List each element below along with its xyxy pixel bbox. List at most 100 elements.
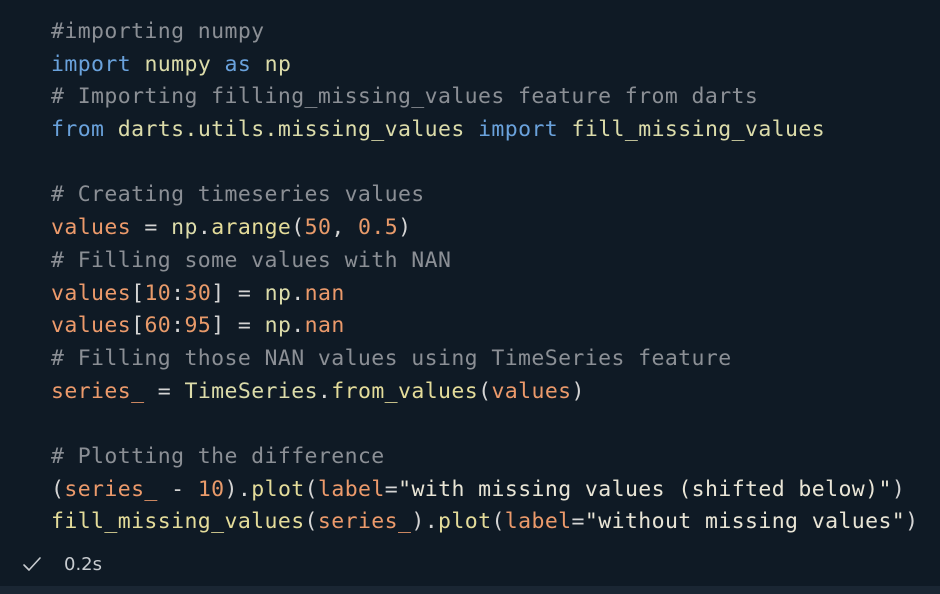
code-token: values xyxy=(51,313,132,339)
code-line[interactable] xyxy=(51,147,919,180)
code-line[interactable]: # Creating timeseries values xyxy=(51,179,919,212)
execution-time: 0.2s xyxy=(64,553,103,575)
code-token: plot xyxy=(438,509,492,535)
code-line[interactable]: values[10:30] = np.nan xyxy=(51,278,919,311)
code-token: = xyxy=(384,476,399,502)
code-token: as xyxy=(224,51,252,77)
execution-status: 0.2s xyxy=(22,549,102,579)
code-token: ) xyxy=(905,509,919,535)
check-icon xyxy=(22,554,42,574)
code-token: nan xyxy=(304,313,345,339)
code-token: : xyxy=(171,313,185,339)
code-token: ] = xyxy=(211,313,265,339)
code-token: TimeSeries xyxy=(184,378,318,404)
code-token: series_ xyxy=(64,476,158,502)
code-token: ( xyxy=(304,476,318,502)
code-token: np xyxy=(264,51,292,77)
code-token: . xyxy=(424,509,439,535)
code-token: # Plotting the difference xyxy=(51,443,385,469)
code-token: ( xyxy=(291,215,305,241)
code-token: . xyxy=(291,280,305,306)
code-token: from_values xyxy=(331,378,479,404)
code-token: # Filling some values with NAN xyxy=(51,247,452,273)
code-token: np xyxy=(264,280,292,306)
code-line[interactable]: values[60:95] = np.nan xyxy=(51,310,919,343)
code-token: 95 xyxy=(184,313,212,339)
code-token: # Filling those NAN values using TimeSer… xyxy=(51,345,732,371)
code-token: import xyxy=(51,51,132,77)
code-token: 60 xyxy=(144,313,172,339)
code-token: values xyxy=(491,378,572,404)
code-token: label xyxy=(318,476,385,502)
code-line[interactable]: series_ = TimeSeries.from_values(values) xyxy=(51,376,919,409)
code-line[interactable]: from darts.utils.missing_values import f… xyxy=(51,114,919,147)
code-token: ) xyxy=(891,476,906,502)
code-token: from xyxy=(51,117,105,143)
code-token: ( xyxy=(478,378,492,404)
code-line[interactable]: # Filling those NAN values using TimeSer… xyxy=(51,343,919,376)
code-token: darts.utils.missing_values xyxy=(117,117,465,143)
code-token: ) xyxy=(224,476,238,502)
code-token: series_ xyxy=(317,509,412,535)
code-token: [ xyxy=(131,280,145,306)
code-token: , xyxy=(331,215,359,241)
code-token: ( xyxy=(491,509,505,535)
code-token: [ xyxy=(131,313,145,339)
code-token: = xyxy=(144,378,185,404)
code-token: arange xyxy=(211,215,292,241)
code-token: 0.5 xyxy=(358,215,399,241)
code-token: ( xyxy=(304,509,318,535)
code-token: ( xyxy=(51,476,65,502)
code-token: "without missing values" xyxy=(584,509,906,535)
code-token: series_ xyxy=(51,378,145,404)
code-token: # Importing filling_missing_values featu… xyxy=(51,84,759,110)
code-token: 30 xyxy=(184,280,212,306)
code-token: . xyxy=(291,313,305,339)
code-line[interactable]: import numpy as np xyxy=(51,49,919,82)
code-line[interactable]: (series_ - 10).plot(label="with missing … xyxy=(51,474,919,507)
code-token: - xyxy=(157,476,198,502)
code-line[interactable]: #importing numpy xyxy=(51,16,919,49)
code-line[interactable]: values = np.arange(50, 0.5) xyxy=(51,212,919,245)
code-token: . xyxy=(317,378,332,404)
code-token: np xyxy=(264,313,292,339)
code-token: fill_missing_values xyxy=(51,509,305,535)
code-token: "with missing values (shifted below)" xyxy=(398,476,892,502)
code-line[interactable]: # Plotting the difference xyxy=(51,441,919,474)
code-token: values xyxy=(51,280,132,306)
code-line[interactable]: fill_missing_values(series_).plot(label=… xyxy=(51,506,919,539)
code-token: ) xyxy=(411,509,425,535)
code-token: . xyxy=(237,476,252,502)
code-token: #importing numpy xyxy=(51,19,265,44)
notebook-code-cell[interactable]: #importing numpy import numpy as np # Impo… xyxy=(0,0,940,594)
code-token: fill_missing_values xyxy=(571,117,826,143)
code-editor[interactable]: #importing numpy import numpy as np # Impo… xyxy=(51,16,919,539)
code-token: nan xyxy=(304,280,345,306)
code-line[interactable]: # Filling some values with NAN xyxy=(51,245,919,278)
code-token: : xyxy=(171,280,185,306)
code-token: ] = xyxy=(211,280,265,306)
code-line[interactable] xyxy=(51,408,919,441)
code-token: numpy xyxy=(144,51,212,77)
code-token: . xyxy=(197,215,212,241)
code-token: values xyxy=(51,215,132,241)
code-token: = xyxy=(131,215,172,241)
code-token: 10 xyxy=(197,476,225,502)
code-token: plot xyxy=(251,476,305,502)
code-token: ) xyxy=(571,378,585,404)
cell-bottom-divider xyxy=(0,586,940,594)
code-token: = xyxy=(571,509,585,535)
code-token: # Creating timeseries values xyxy=(51,182,425,208)
code-token: ) xyxy=(398,215,412,241)
code-token: label xyxy=(504,509,572,535)
code-token: import xyxy=(478,117,559,143)
code-line[interactable]: # Importing filling_missing_values featu… xyxy=(51,81,919,114)
code-token: 50 xyxy=(304,215,332,241)
code-token: np xyxy=(171,215,198,241)
